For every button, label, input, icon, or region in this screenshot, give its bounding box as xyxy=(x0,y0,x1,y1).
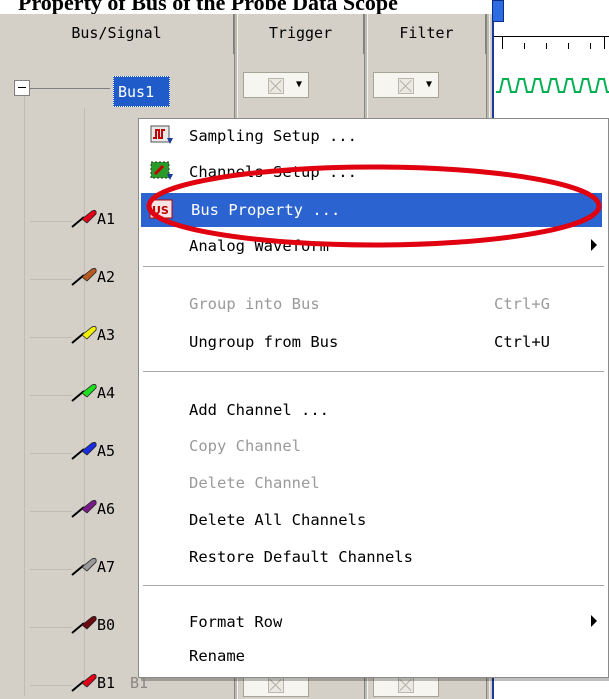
tree-connector xyxy=(30,395,72,396)
submenu-arrow-icon xyxy=(591,239,597,251)
menu-separator xyxy=(143,266,604,268)
logic-analyzer-window: Bus/Signal Trigger Filter Bus1 ▼ ▼ Sampl… xyxy=(0,0,609,699)
sampling-icon xyxy=(150,125,173,144)
menu-item-copy-channel: Copy Channel xyxy=(189,437,301,455)
page-caption: Property of Bus of the Probe Data Scope xyxy=(0,0,609,14)
collapse-toggle[interactable] xyxy=(14,80,30,96)
channel-label[interactable]: A4 xyxy=(97,384,115,402)
menu-separator xyxy=(143,371,604,373)
tree-connector xyxy=(30,627,72,628)
channel-label[interactable]: B1 xyxy=(97,674,115,692)
tree-connector xyxy=(30,221,72,222)
column-header-filter[interactable]: Filter xyxy=(368,14,486,54)
menu-item-group-into-bus: Group into Bus Ctrl+G xyxy=(189,295,550,313)
column-header-trigger[interactable]: Trigger xyxy=(238,14,364,54)
trigger-empty-icon xyxy=(268,677,284,693)
channel-label[interactable]: A1 xyxy=(97,210,115,228)
menu-item-bus-property[interactable]: US Bus Property ... xyxy=(141,193,602,227)
menu-item-channels-setup[interactable]: Channels Setup ... xyxy=(139,155,608,189)
tree-connector xyxy=(30,569,72,570)
menu-item-ungroup-from-bus[interactable]: Ungroup from Bus Ctrl+U xyxy=(139,325,608,359)
column-header-label: Trigger xyxy=(268,24,333,42)
probe-icon xyxy=(71,558,97,576)
bus-waveform xyxy=(496,78,609,93)
menu-item-analog-waveform[interactable]: Analog Waveform xyxy=(139,229,608,263)
bus-node[interactable]: Bus1 xyxy=(113,76,170,107)
probe-icon xyxy=(71,674,97,692)
chevron-down-icon: ▼ xyxy=(295,79,303,90)
tree-connector xyxy=(30,279,72,280)
channel-label[interactable]: A7 xyxy=(97,558,115,576)
probe-icon xyxy=(71,442,97,460)
menu-separator xyxy=(143,585,604,587)
probe-icon xyxy=(71,500,97,518)
column-header-bus-signal[interactable]: Bus/Signal xyxy=(0,14,234,54)
time-cursor-marker[interactable] xyxy=(492,0,504,22)
menu-item-sampling-setup[interactable]: Sampling Setup ... xyxy=(139,119,608,153)
trigger-empty-icon xyxy=(268,78,284,94)
column-header-label: Filter xyxy=(399,24,454,42)
submenu-arrow-icon xyxy=(591,615,597,627)
filter-empty-icon xyxy=(398,78,414,94)
menu-item-restore-default-channels[interactable]: Restore Default Channels xyxy=(139,540,608,574)
menu-item-delete-all-channels[interactable]: Delete All Channels xyxy=(139,503,608,537)
chevron-down-icon: ▼ xyxy=(425,79,433,90)
tree-connector xyxy=(30,685,72,686)
probe-icon xyxy=(71,210,97,228)
trigger-dropdown[interactable]: ▼ xyxy=(243,72,309,98)
caption-text: Property of Bus of the Probe Data Scope xyxy=(18,0,398,14)
bus-node-label: Bus1 xyxy=(118,83,155,101)
probe-icon xyxy=(71,326,97,344)
column-header-label: Bus/Signal xyxy=(71,24,162,42)
channel-sub-label: B1 xyxy=(130,674,149,692)
channel-label[interactable]: A5 xyxy=(97,442,115,460)
channel-label[interactable]: B0 xyxy=(97,616,115,634)
menu-item-delete-channel: Delete Channel xyxy=(189,474,320,492)
context-menu: Sampling Setup ... Channels Setup ... US… xyxy=(138,118,609,678)
tree-connector xyxy=(24,96,25,696)
tree-connector xyxy=(30,453,72,454)
filter-dropdown[interactable]: ▼ xyxy=(373,72,439,98)
tree-connector xyxy=(30,88,110,89)
probe-icon xyxy=(71,384,97,402)
menu-item-rename[interactable]: Rename xyxy=(139,639,608,673)
menu-item-add-channel[interactable]: Add Channel ... xyxy=(139,393,608,427)
filter-empty-icon xyxy=(398,677,414,693)
svg-text:US: US xyxy=(152,204,169,217)
channel-label[interactable]: A6 xyxy=(97,500,115,518)
channels-icon xyxy=(150,161,173,180)
channel-label[interactable]: A3 xyxy=(97,326,115,344)
menu-item-format-row[interactable]: Format Row xyxy=(139,605,608,639)
tree-connector xyxy=(30,337,72,338)
probe-icon xyxy=(71,616,97,634)
probe-icon xyxy=(71,268,97,286)
time-ruler xyxy=(494,36,609,51)
channel-label[interactable]: A2 xyxy=(97,268,115,286)
tree-connector xyxy=(30,511,72,512)
bus-property-icon: US xyxy=(149,199,173,219)
